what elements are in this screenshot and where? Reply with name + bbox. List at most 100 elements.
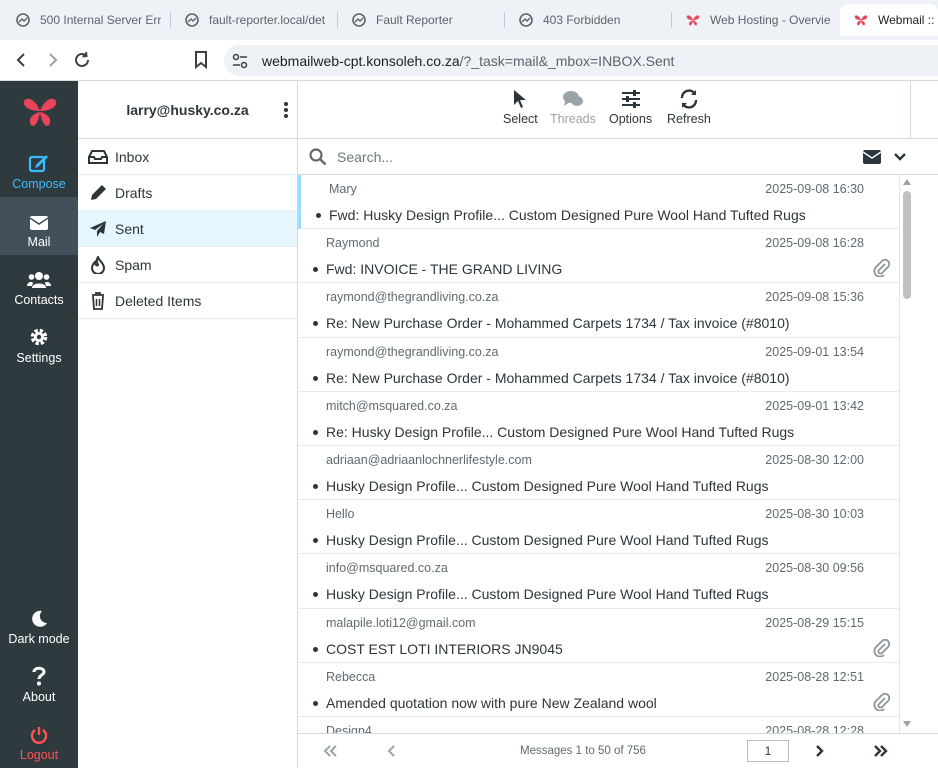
- search-input[interactable]: [337, 148, 817, 165]
- previous-page-icon[interactable]: [387, 745, 397, 757]
- folder-sent[interactable]: Sent: [78, 211, 297, 247]
- message-from: Design4: [326, 723, 372, 733]
- message-count: Messages 1 to 50 of 756: [520, 745, 646, 757]
- message-from: raymond@thegrandliving.co.za: [326, 344, 499, 359]
- threads-button[interactable]: Threads: [550, 89, 596, 126]
- compose-button[interactable]: Compose: [0, 139, 78, 197]
- next-page-icon[interactable]: [814, 745, 824, 757]
- browser-tab[interactable]: Fault Reporter: [338, 4, 504, 36]
- message-row[interactable]: Raymond 2025-09-08 16:28 Fwd: INVOICE - TH…: [298, 229, 899, 284]
- url-path: /?_task=mail&_mbox=INBOX.Sent: [459, 52, 675, 69]
- butterfly-icon: [854, 15, 868, 26]
- refresh-icon: [680, 89, 698, 109]
- url-host: webmailweb-cpt.konsoleh.co.za: [262, 52, 460, 69]
- about-button[interactable]: About: [0, 652, 78, 710]
- scroll-down-icon[interactable]: [903, 721, 911, 727]
- message-from: malapile.loti12@gmail.com: [326, 615, 476, 630]
- browser-tab-active[interactable]: Webmail :: S: [840, 4, 938, 36]
- message-date: 2025-08-30 12:00: [765, 452, 864, 467]
- select-button[interactable]: Select: [503, 89, 538, 126]
- more-options-icon[interactable]: [283, 101, 289, 119]
- folder-label: Spam: [115, 256, 152, 273]
- trash-icon: [92, 291, 104, 310]
- unread-dot: [313, 483, 318, 489]
- message-subject: Fwd: Husky Design Profile... Custom Desi…: [329, 207, 806, 223]
- browser-tab[interactable]: 500 Internal Server Err: [2, 4, 170, 36]
- unread-dot: [313, 700, 318, 706]
- folder-deleted-items[interactable]: Deleted Items: [78, 283, 297, 319]
- unread-dot: [313, 592, 318, 598]
- folder-spam[interactable]: Spam: [78, 247, 297, 283]
- browser-tab[interactable]: Web Hosting - Overvie: [672, 4, 838, 36]
- chevron-down-icon[interactable]: [894, 152, 906, 162]
- scroll-up-icon[interactable]: [903, 179, 911, 185]
- dark-mode-toggle[interactable]: Dark mode: [0, 594, 78, 652]
- message-row[interactable]: adriaan@adriaanlochnerlifestyle.com 2025-…: [298, 446, 899, 501]
- butterfly-icon: [686, 15, 700, 26]
- envelope-icon: [29, 216, 49, 230]
- message-date: 2025-09-01 13:54: [765, 344, 864, 359]
- message-row[interactable]: info@msquared.co.za 2025-08-30 09:56 Husky…: [298, 554, 899, 609]
- moon-icon: [32, 610, 47, 627]
- comments-icon: [562, 91, 583, 106]
- bookmark-button[interactable]: [189, 48, 213, 72]
- globe-icon: [352, 13, 366, 27]
- options-button[interactable]: Options: [609, 89, 652, 126]
- compose-icon: [28, 155, 48, 173]
- message-date: 2025-09-08 15:36: [765, 290, 864, 305]
- envelope-icon[interactable]: [863, 150, 881, 164]
- paperclip-icon: [873, 259, 891, 278]
- message-from: mitch@msquared.co.za: [326, 398, 458, 413]
- folder-drafts[interactable]: Drafts: [78, 175, 297, 211]
- folder-inbox[interactable]: Inbox: [78, 139, 297, 175]
- search-bar: [298, 139, 938, 175]
- sliders-icon: [621, 90, 640, 108]
- scrollbar-thumb[interactable]: [903, 191, 911, 299]
- mail-nav-item[interactable]: Mail: [0, 197, 78, 255]
- message-from: Mary: [329, 182, 357, 196]
- message-row[interactable]: Design4 2025-08-28 12:28: [298, 717, 899, 733]
- message-list: Mary 2025-09-08 16:30 Fwd: Husky Design Pr…: [298, 175, 900, 733]
- settings-label: Settings: [16, 351, 62, 365]
- globe-icon: [16, 13, 30, 27]
- message-date: 2025-08-28 12:51: [765, 669, 864, 684]
- browser-tab-title: 403 Forbidden: [543, 13, 621, 27]
- refresh-button[interactable]: Refresh: [667, 89, 711, 126]
- message-row[interactable]: Rebecca 2025-08-28 12:51 Amended quotation…: [298, 663, 899, 717]
- message-date: 2025-09-08 16:30: [765, 182, 864, 196]
- list-toolbar: Select Threads Options Refresh: [298, 81, 938, 139]
- forward-button[interactable]: [40, 48, 64, 72]
- message-date: 2025-08-28 12:28: [765, 723, 864, 733]
- pencil-icon: [91, 184, 106, 200]
- message-row[interactable]: malapile.loti12@gmail.com 2025-08-29 15:1…: [298, 609, 899, 663]
- message-row[interactable]: Hello 2025-08-30 10:03 Husky Design Profil…: [298, 500, 899, 555]
- folder-panel: larry@husky.co.za Inbox Drafts Sent Spam…: [78, 81, 298, 768]
- arrow-right-icon: [49, 53, 58, 67]
- question-icon: [32, 666, 46, 686]
- browser-tab-title: 500 Internal Server Err: [40, 13, 162, 27]
- message-row[interactable]: Mary 2025-09-08 16:30 Fwd: Husky Design Pr…: [298, 175, 899, 230]
- first-page-icon[interactable]: [322, 745, 338, 757]
- logout-button[interactable]: Logout: [0, 710, 78, 768]
- message-from: info@msquared.co.za: [326, 561, 448, 576]
- browser-tab[interactable]: 403 Forbidden: [505, 4, 671, 36]
- message-from: raymond@thegrandliving.co.za: [326, 290, 499, 305]
- message-date: 2025-08-29 15:15: [765, 615, 864, 630]
- power-icon: [30, 727, 48, 744]
- gear-icon: [30, 328, 48, 346]
- logout-label: Logout: [19, 748, 59, 762]
- contacts-nav-item[interactable]: Contacts: [0, 255, 78, 313]
- paperclip-icon: [873, 638, 891, 657]
- browser-tab[interactable]: fault-reporter.local/det: [171, 4, 337, 36]
- message-list-scrollbar[interactable]: [900, 175, 914, 733]
- reload-button[interactable]: [70, 48, 94, 72]
- browser-tab-title: Web Hosting - Overvie: [710, 13, 831, 27]
- back-button[interactable]: [10, 48, 34, 72]
- message-row[interactable]: raymond@thegrandliving.co.za 2025-09-01 1…: [298, 338, 899, 392]
- address-bar[interactable]: webmailweb-cpt.konsoleh.co.za/?_task=mai…: [224, 45, 938, 76]
- message-row[interactable]: raymond@thegrandliving.co.za 2025-09-08 1…: [298, 283, 899, 338]
- message-row[interactable]: mitch@msquared.co.za 2025-09-01 13:42 Re: …: [298, 392, 899, 446]
- last-page-icon[interactable]: [873, 745, 889, 757]
- page-number-input[interactable]: 1: [747, 740, 789, 762]
- settings-nav-item[interactable]: Settings: [0, 313, 78, 371]
